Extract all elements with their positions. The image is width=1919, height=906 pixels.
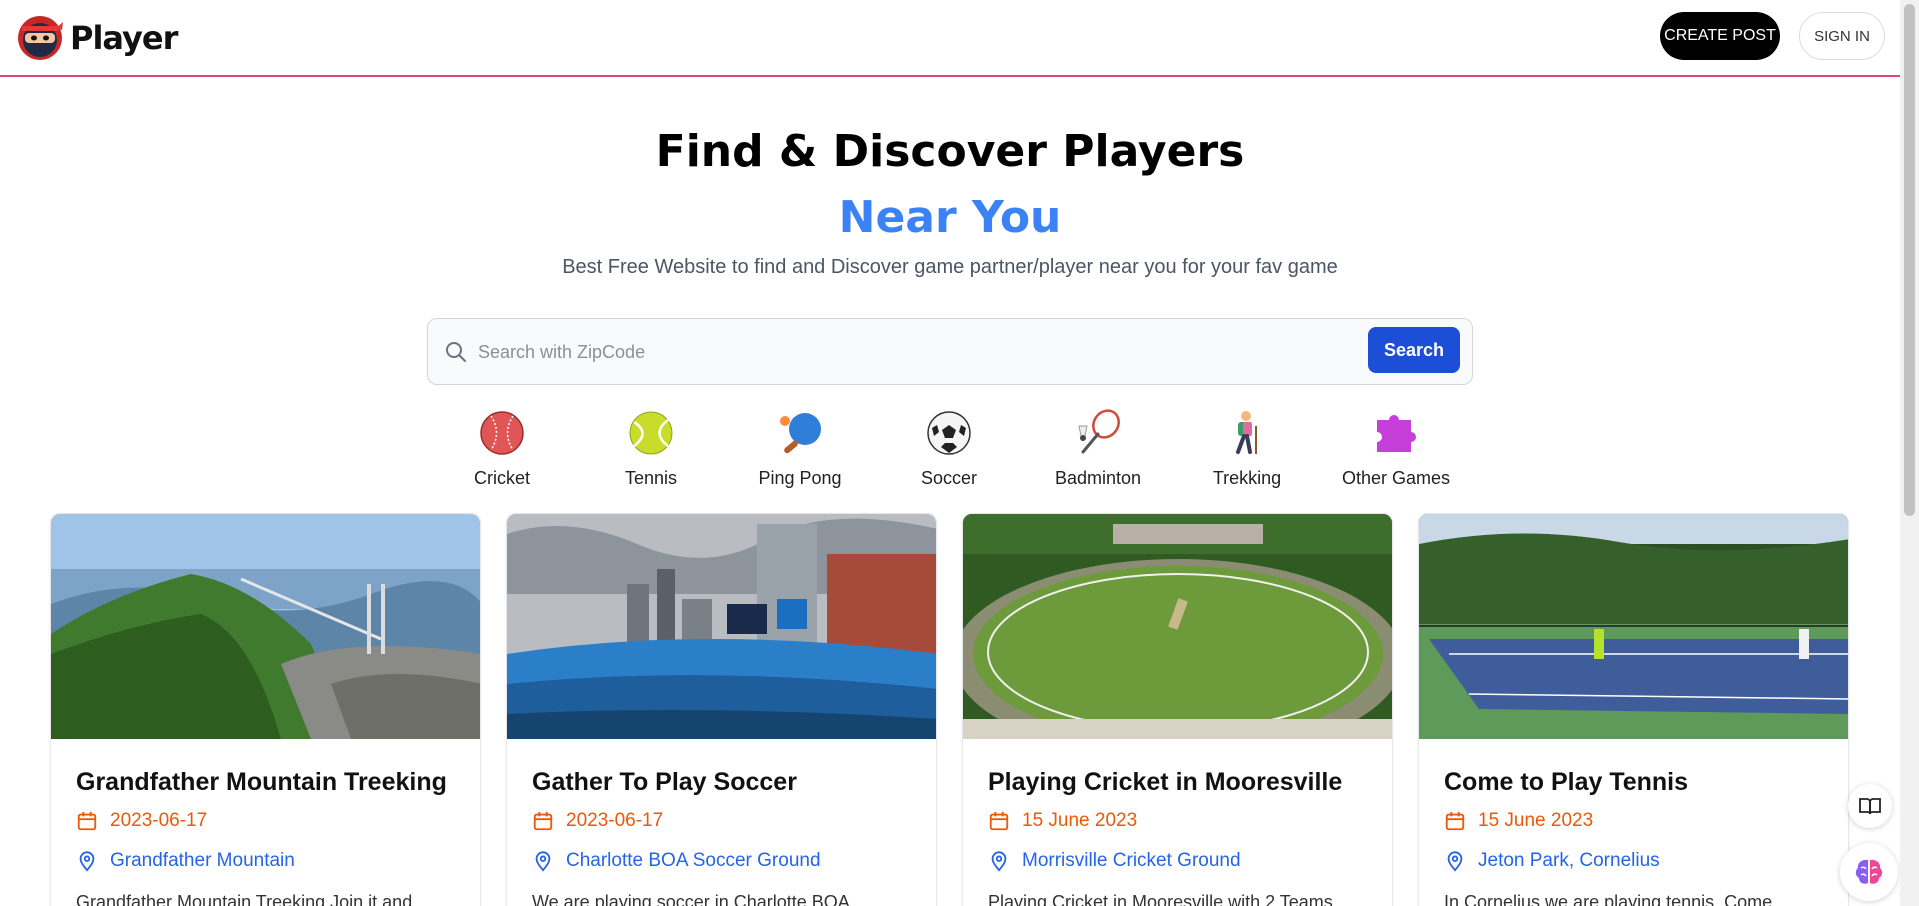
tennis-court-photo (1419, 514, 1848, 739)
card-description: In Cornelius we are playing tennis. Come (1444, 892, 1773, 906)
assistant-widget-button[interactable] (1840, 843, 1898, 901)
card-date-text: 2023-06-17 (110, 810, 208, 831)
brand-name: Player (70, 19, 178, 57)
card-date-text: 15 June 2023 (1478, 810, 1594, 831)
card-title: Grandfather Mountain Treeking (76, 768, 447, 796)
card-title: Gather To Play Soccer (532, 768, 797, 796)
hiker-icon (1236, 411, 1257, 454)
post-card[interactable]: Come to Play Tennis 15 June 2023 Jeton P… (1418, 513, 1849, 906)
category-cricket[interactable]: Cricket (442, 408, 562, 489)
category-badminton[interactable]: Badminton (1038, 408, 1158, 489)
card-title: Come to Play Tennis (1444, 768, 1689, 796)
card-location[interactable]: Grandfather Mountain (76, 850, 295, 872)
category-soccer[interactable]: Soccer (889, 408, 1009, 489)
calendar-icon (77, 811, 97, 831)
category-label: Soccer (920, 468, 978, 488)
card-description: We are playing soccer in Charlotte BOA (532, 892, 850, 906)
soccer-ball-icon (927, 411, 971, 455)
calendar-icon (1445, 811, 1465, 831)
category-label: Other Games (1341, 468, 1451, 488)
hero-subtitle: Near You (838, 192, 1062, 243)
sign-in-button[interactable]: SIGN IN (1799, 12, 1885, 60)
mountain-bridge-photo (51, 514, 480, 739)
hero-title: Find & Discover Players (655, 126, 1245, 177)
calendar-icon (533, 811, 553, 831)
card-title: Playing Cricket in Mooresville (988, 768, 1343, 796)
card-location-text: Jeton Park, Cornelius (1478, 850, 1660, 871)
book-icon (1859, 798, 1881, 815)
top-navbar: Player CREATE POST SIGN IN (0, 0, 1900, 77)
ninja-logo-icon (18, 16, 63, 60)
zipcode-search-input[interactable] (478, 334, 1318, 370)
card-date: 15 June 2023 (988, 810, 1137, 832)
card-location[interactable]: Charlotte BOA Soccer Ground (532, 850, 821, 872)
brand-logo[interactable]: Player (16, 14, 178, 62)
location-pin-icon (991, 851, 1007, 872)
category-label: Badminton (1054, 468, 1142, 488)
card-date: 15 June 2023 (1444, 810, 1593, 832)
cricket-ball-icon (480, 411, 524, 455)
search-bar: Search (427, 318, 1473, 385)
brain-icon (1855, 859, 1883, 884)
category-label: Ping Pong (758, 468, 842, 488)
stadium-photo (507, 514, 936, 739)
search-icon (446, 342, 466, 362)
card-location-text: Morrisville Cricket Ground (1022, 850, 1241, 871)
post-card[interactable]: Playing Cricket in Mooresville 15 June 2… (962, 513, 1393, 906)
card-date-text: 2023-06-17 (566, 810, 664, 831)
location-pin-icon (79, 851, 95, 872)
card-date: 2023-06-17 (76, 810, 207, 832)
reader-widget-button[interactable] (1848, 784, 1892, 828)
post-card[interactable]: Grandfather Mountain Treeking 2023-06-17… (50, 513, 481, 906)
ping-pong-paddle-icon (780, 413, 821, 454)
card-description: Grandfather Mountain Treeking Join it an… (76, 892, 413, 906)
tennis-ball-icon (629, 411, 673, 455)
page-scrollbar[interactable] (1900, 0, 1919, 906)
post-card[interactable]: Gather To Play Soccer 2023-06-17 Charlot… (506, 513, 937, 906)
category-ping-pong[interactable]: Ping Pong (740, 408, 860, 489)
scrollbar-thumb[interactable] (1904, 4, 1915, 516)
card-location-text: Charlotte BOA Soccer Ground (566, 850, 821, 871)
create-post-button[interactable]: CREATE POST (1660, 12, 1780, 60)
category-label: Cricket (473, 468, 530, 488)
category-label: Tennis (624, 468, 678, 488)
hero-description: Best Free Website to find and Discover g… (562, 256, 1338, 278)
card-location[interactable]: Morrisville Cricket Ground (988, 850, 1241, 872)
card-date: 2023-06-17 (532, 810, 663, 832)
search-button[interactable]: Search (1368, 327, 1460, 373)
puzzle-piece-icon (1377, 414, 1416, 452)
cricket-ground-photo (963, 514, 1392, 739)
card-location[interactable]: Jeton Park, Cornelius (1444, 850, 1660, 872)
category-trekking[interactable]: Trekking (1187, 408, 1307, 489)
category-other-games[interactable]: Other Games (1336, 408, 1456, 489)
category-tennis[interactable]: Tennis (591, 408, 711, 489)
calendar-icon (989, 811, 1009, 831)
card-location-text: Grandfather Mountain (110, 850, 295, 871)
location-pin-icon (1447, 851, 1463, 872)
badminton-icon (1078, 409, 1120, 454)
card-description: Playing Cricket in Mooresville with 2 Te… (988, 892, 1333, 906)
location-pin-icon (535, 851, 551, 872)
category-label: Trekking (1212, 468, 1282, 488)
card-date-text: 15 June 2023 (1022, 810, 1138, 831)
